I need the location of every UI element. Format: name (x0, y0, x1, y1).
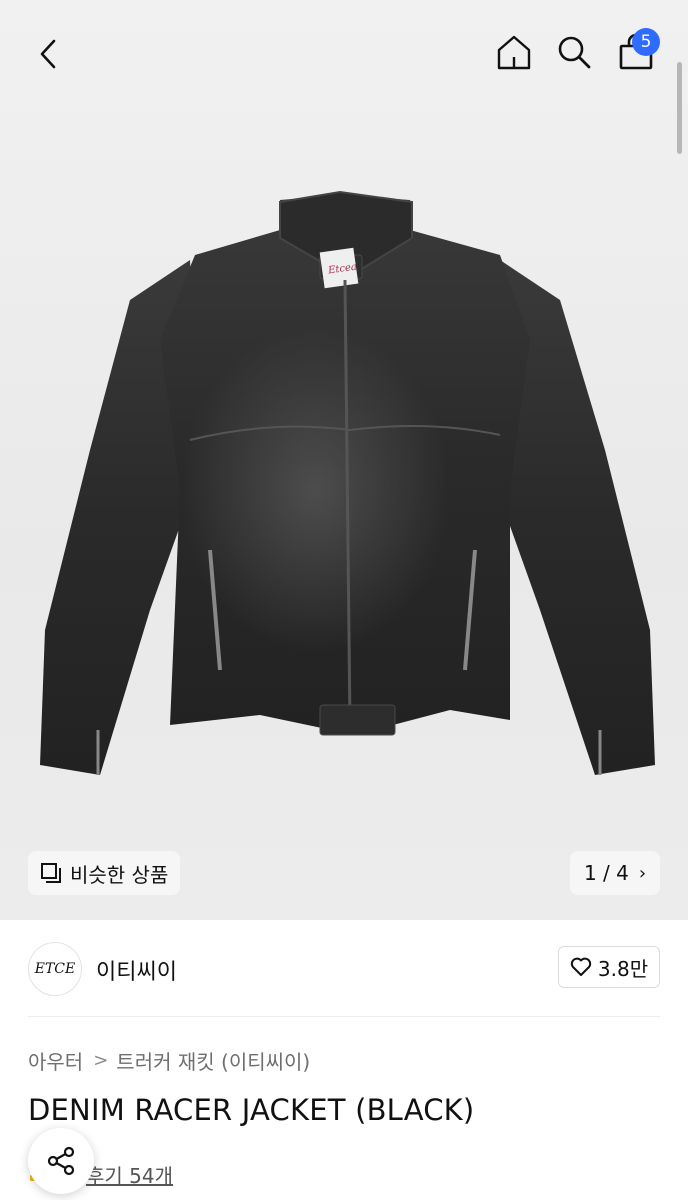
cart-count-badge: 5 (632, 28, 660, 56)
share-icon (47, 1146, 75, 1176)
share-button[interactable] (28, 1128, 94, 1194)
similar-products-button[interactable]: 비슷한 상품 (28, 851, 180, 895)
like-button[interactable]: 3.8만 (558, 946, 660, 988)
home-icon (497, 35, 531, 70)
search-button[interactable] (550, 28, 598, 76)
breadcrumb-category[interactable]: 아우터 (28, 1046, 83, 1075)
page-scrollbar[interactable] (677, 62, 682, 154)
chevron-left-icon (40, 39, 56, 69)
product-image-gallery[interactable]: Etcea 5 비슷한 상품 1 / 4 › (0, 0, 688, 920)
top-navigation-bar: 5 (0, 0, 688, 104)
back-button[interactable] (24, 30, 72, 78)
review-count-link[interactable]: 후기 54개 (86, 1160, 173, 1189)
brand-row: ETCE 이티씨이 3.8만 (28, 942, 660, 998)
divider (28, 1016, 660, 1017)
brand-name[interactable]: 이티씨이 (96, 954, 177, 986)
breadcrumb-subcategory[interactable]: 트러커 재킷 (이티씨이) (116, 1046, 310, 1075)
similar-products-label: 비슷한 상품 (70, 862, 169, 887)
heart-icon (570, 957, 592, 976)
chevron-right-icon: › (638, 862, 647, 884)
breadcrumb: 아우터 > 트러커 재킷 (이티씨이) (28, 1046, 310, 1075)
brand-logo[interactable]: ETCE (28, 942, 82, 996)
product-image-denim-jacket: Etcea (40, 190, 655, 775)
image-page-indicator[interactable]: 1 / 4 › (570, 851, 660, 895)
breadcrumb-separator: > (93, 1050, 109, 1071)
page-indicator-text: 1 / 4 (583, 861, 629, 885)
product-title: DENIM RACER JACKET (BLACK) (28, 1093, 475, 1127)
home-button[interactable] (490, 28, 538, 76)
search-icon (558, 36, 591, 69)
like-count: 3.8만 (597, 956, 649, 981)
similar-items-icon (41, 863, 61, 883)
